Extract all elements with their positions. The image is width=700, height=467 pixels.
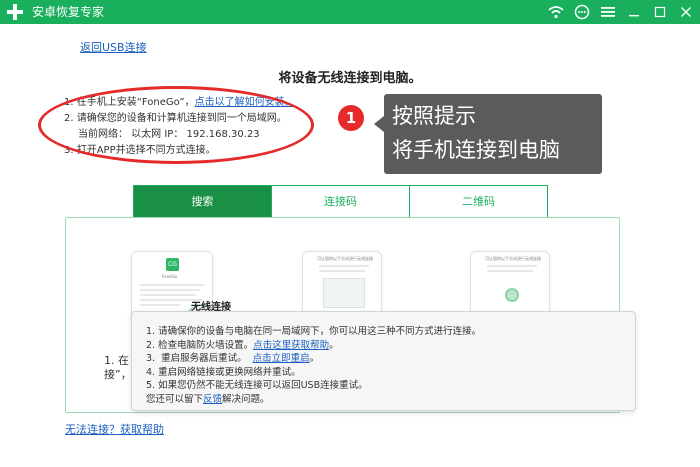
tip-6-suffix: 解决问题。	[222, 393, 270, 405]
panel-step-text-2: 接”，	[104, 368, 132, 381]
tab-search[interactable]: 搜索	[134, 186, 271, 217]
tip-6: 您还可以留下反馈解决问题。	[146, 393, 481, 407]
restart-now-link[interactable]: 点击立即重启	[253, 353, 310, 364]
fonego-logo: CG	[166, 258, 179, 271]
annotation-callout: 按照提示 将手机连接到电脑	[374, 94, 602, 174]
page-title: 将设备无线连接到电脑。	[278, 71, 422, 86]
app-window: 安卓恢复专家 返回USB连接 将设备无线连接到电脑。 1. 在手机上安装“Fon…	[0, 0, 700, 467]
tip-3-text: 3. 重启服务器后重试。	[146, 353, 253, 364]
code-screen-image	[323, 278, 365, 308]
troubleshoot-tooltip: 1. 请确保你的设备与电脑在同一局域网下，你可以用这三种不同方式进行连接。 2.…	[131, 311, 636, 411]
tip-5: 5. 如果您仍然不能无线连接可以返回USB连接重试。	[146, 380, 368, 391]
tip-6-text: 您还可以留下	[146, 393, 204, 405]
tip-2: 2. 检查电脑防火墙设置。点击这里获取帮助。	[146, 339, 481, 353]
tip-3: 3. 重启服务器后重试。 点击立即重启。	[146, 352, 481, 366]
callout-line-2: 将手机连接到电脑	[392, 138, 560, 162]
annotation-number-badge: 1	[338, 105, 364, 131]
qr-scan-icon	[505, 288, 519, 302]
window-controls	[548, 3, 694, 21]
callout-line-1: 按照提示	[392, 104, 476, 128]
card2-title: 可让您的以下方式进行无线连接	[317, 256, 373, 261]
tip-2-text: 2. 检查电脑防火墙设置。	[146, 339, 254, 351]
back-to-usb-link[interactable]: 返回USB连接	[80, 39, 147, 55]
cannot-connect-help-link[interactable]: 无法连接？获取帮助	[65, 421, 164, 437]
firewall-help-link[interactable]: 点击这里获取帮助	[253, 340, 329, 351]
feedback-link[interactable]: 反馈	[203, 394, 222, 405]
tab-qr-code[interactable]: 二维码	[409, 186, 547, 217]
wifi-icon[interactable]	[548, 4, 564, 20]
connection-tabs: 搜索 连接码 二维码	[133, 185, 548, 218]
app-logo-icon	[6, 3, 24, 21]
menu-icon[interactable]	[600, 4, 616, 20]
chat-icon[interactable]	[574, 4, 590, 20]
card3-title: 可让您的以下方式进行无线连接	[485, 256, 541, 261]
app-title: 安卓恢复专家	[32, 5, 105, 19]
annotation-ellipse	[38, 86, 314, 164]
tip-4: 4. 重启网络链接或更换网络并重试。	[146, 366, 301, 378]
tip-3-suffix: 。	[309, 353, 320, 364]
tab-connection-code[interactable]: 连接码	[271, 186, 409, 217]
tip-2-suffix: 。	[329, 339, 339, 351]
minimize-icon[interactable]	[626, 4, 642, 20]
maximize-icon[interactable]	[652, 4, 668, 20]
title-bar: 安卓恢复专家	[0, 0, 700, 24]
fonego-app-name: FoneGo	[162, 274, 178, 279]
close-icon[interactable]	[678, 4, 694, 20]
tip-1: 1. 请确保你的设备与电脑在同一局域网下，你可以用这三种不同方式进行连接。	[146, 326, 482, 337]
